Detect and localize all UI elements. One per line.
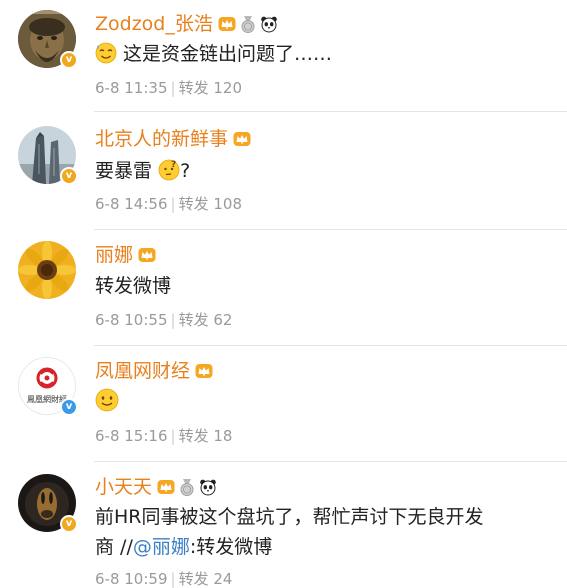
- repost-count: 108: [213, 195, 242, 213]
- comment-meta: 6-8 11:35 | 转发 120: [95, 79, 242, 97]
- repost-label[interactable]: 转发: [179, 570, 209, 588]
- meta-separator: |: [170, 79, 176, 97]
- comment-content: 这是资金链出问题了……: [95, 39, 545, 73]
- crown-badge-icon: [233, 132, 251, 146]
- repost-link[interactable]: 转发 24: [179, 570, 233, 588]
- crown-badge-icon: [195, 364, 213, 378]
- repost-label[interactable]: 转发: [179, 311, 209, 329]
- meta-separator: |: [170, 427, 176, 445]
- username-text[interactable]: 丽娜: [95, 244, 133, 266]
- verified-v-icon: v: [60, 515, 78, 533]
- crown-badge-icon: [157, 480, 175, 494]
- comment-content: 转发微博: [95, 271, 545, 301]
- comment-username[interactable]: 丽娜: [95, 244, 156, 266]
- comment-content: 要暴雷 ? ?: [95, 156, 545, 190]
- username-text[interactable]: 北京人的新鲜事: [95, 128, 228, 150]
- comment-username[interactable]: 北京人的新鲜事: [95, 128, 251, 150]
- svg-text:?: ?: [171, 160, 176, 170]
- comment-username[interactable]: 小天天: [95, 476, 217, 498]
- meta-separator: |: [170, 311, 176, 329]
- comment-username[interactable]: 凤凰网财经: [95, 360, 213, 382]
- verified-v-icon: v: [60, 167, 78, 185]
- user-badges: [195, 362, 213, 380]
- avatar-image: [18, 241, 76, 299]
- comment-text-prefix: 商 //: [95, 536, 133, 558]
- medal-badge-icon: [241, 16, 255, 33]
- repost-link[interactable]: 转发 120: [179, 79, 242, 97]
- comment-meta: 6-8 10:55 | 转发 62: [95, 311, 232, 329]
- comment-meta: 6-8 15:16 | 转发 18: [95, 427, 232, 445]
- repost-label[interactable]: 转发: [179, 427, 209, 445]
- comment-text-suffix: ?: [180, 160, 191, 182]
- comment-meta: 6-8 10:59 | 转发 24: [95, 570, 232, 588]
- mention-link[interactable]: @丽娜: [133, 536, 190, 558]
- thinking-emoji-icon: ?: [158, 159, 180, 190]
- repost-link[interactable]: 转发 108: [179, 195, 242, 213]
- user-badges: [233, 130, 251, 148]
- crown-badge-icon: [138, 248, 156, 262]
- comment-date: 6-8 10:59: [95, 570, 168, 588]
- comment-feed: v Zodzod_张浩 这是资金链出问题了…… 6-8 11:35 | 转发 1…: [0, 0, 567, 588]
- comment-date: 6-8 11:35: [95, 79, 168, 97]
- comment-date: 6-8 14:56: [95, 195, 168, 213]
- user-badges: [218, 15, 278, 33]
- comment-date: 6-8 10:55: [95, 311, 168, 329]
- smile-emoji-icon: [95, 388, 119, 421]
- username-text[interactable]: 小天天: [95, 476, 152, 498]
- comment-item: 丽娜 转发微博 6-8 10:55 | 转发 62: [0, 230, 567, 346]
- meta-separator: |: [170, 570, 176, 588]
- repost-label[interactable]: 转发: [179, 195, 209, 213]
- comment-text-line2: 商 //@丽娜:转发微博: [95, 532, 545, 562]
- verified-v-icon: v: [60, 51, 78, 69]
- comment-item: v 北京人的新鲜事 要暴雷 ? ? 6-8 14:56 | 转发 108: [0, 112, 567, 230]
- repost-label[interactable]: 转发: [179, 79, 209, 97]
- username-text[interactable]: Zodzod_张浩: [95, 13, 213, 35]
- comment-text: 要暴雷: [95, 160, 153, 182]
- verified-v-icon: v: [60, 398, 78, 416]
- comment-item: v Zodzod_张浩 这是资金链出问题了…… 6-8 11:35 | 转发 1…: [0, 0, 567, 112]
- repost-count: 24: [213, 570, 233, 588]
- comment-item: v 小天天 前HR同事被这个盘坑了，帮忙声讨下无良开发 商 //@丽娜:转发微博…: [0, 462, 567, 588]
- meta-separator: |: [170, 195, 176, 213]
- repost-count: 62: [213, 311, 233, 329]
- repost-link[interactable]: 转发 18: [179, 427, 233, 445]
- comment-item: 鳳凰網財經 v 凤凰网财经 6-8 15:16 | 转发 18: [0, 346, 567, 462]
- user-badges: [157, 478, 217, 496]
- comment-text: 这是资金链出问题了……: [123, 43, 333, 65]
- medal-badge-icon: [180, 479, 194, 496]
- repost-link[interactable]: 转发 62: [179, 311, 233, 329]
- repost-count: 18: [213, 427, 233, 445]
- comment-date: 6-8 15:16: [95, 427, 168, 445]
- crown-badge-icon: [218, 17, 236, 31]
- comment-content: 前HR同事被这个盘坑了，帮忙声讨下无良开发 商 //@丽娜:转发微博: [95, 502, 545, 562]
- panda-badge-icon: [261, 16, 277, 33]
- comment-text: 转发微博: [95, 275, 172, 297]
- username-text[interactable]: 凤凰网财经: [95, 360, 190, 382]
- repost-count: 120: [213, 79, 242, 97]
- avatar[interactable]: [18, 241, 76, 299]
- comment-text-line1: 前HR同事被这个盘坑了，帮忙声讨下无良开发: [95, 506, 484, 528]
- comment-meta: 6-8 14:56 | 转发 108: [95, 195, 242, 213]
- panda-badge-icon: [200, 479, 216, 496]
- comment-content: [95, 387, 545, 421]
- sweat-emoji-icon: [95, 42, 117, 73]
- comment-username[interactable]: Zodzod_张浩: [95, 13, 278, 35]
- user-badges: [138, 246, 156, 264]
- comment-text-suffix: :转发微博: [189, 536, 273, 558]
